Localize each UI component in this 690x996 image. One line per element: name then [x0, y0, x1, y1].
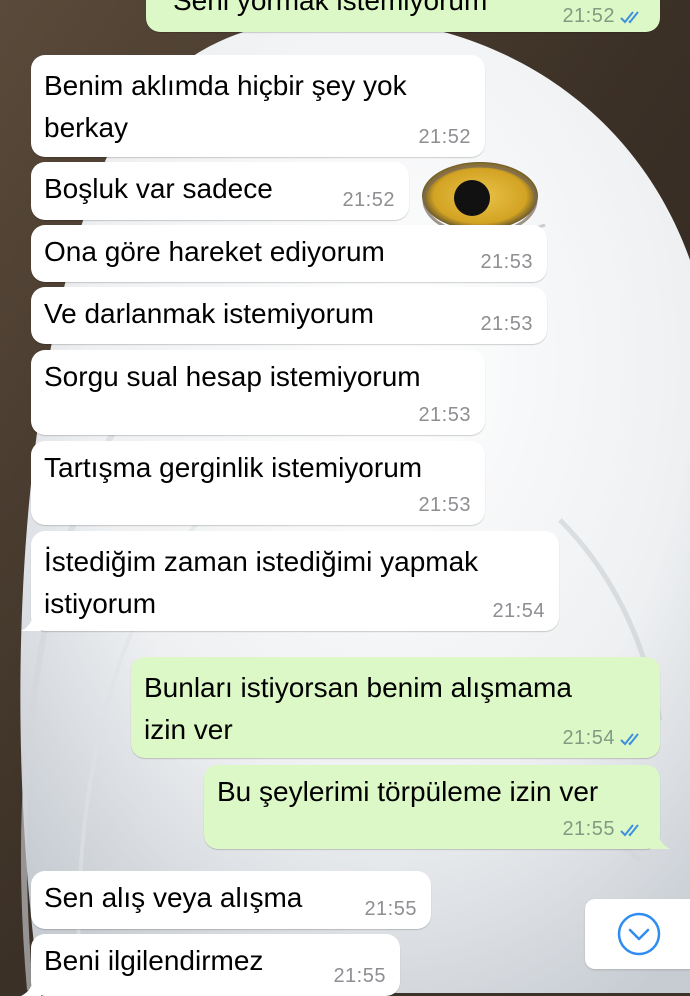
message-text: Bu şeylerimi törpüleme izin ver	[217, 776, 599, 807]
bubble-tail	[21, 976, 41, 996]
message-text: Benim aklımda hiçbir şey yok berkay	[44, 70, 407, 143]
message-time: 21:52	[418, 126, 471, 148]
message-incoming[interactable]: Beni ilgilendirmez 21:55	[21, 934, 400, 996]
message-time: 21:55	[562, 818, 615, 840]
message-incoming[interactable]: Sorgu sual hesap istemiyorum 21:53	[31, 350, 485, 435]
read-receipt-icon	[620, 823, 639, 836]
message-time: 21:54	[492, 600, 545, 622]
message-meta: 21:55	[562, 818, 646, 841]
message-incoming[interactable]: Ona göre hareket ediyorum 21:53	[31, 225, 547, 282]
message-meta: 21:54	[562, 727, 646, 750]
bubble-tail	[650, 829, 670, 849]
bubble-tail	[21, 611, 41, 631]
message-meta: 21:52	[562, 5, 646, 28]
message-incoming[interactable]: Sen alış veya alışma 21:55	[31, 871, 431, 929]
message-incoming[interactable]: Tartışma gerginlik istemiyorum 21:53	[31, 441, 485, 525]
read-receipt-icon	[620, 732, 639, 745]
message-text: Sorgu sual hesap istemiyorum	[44, 361, 421, 392]
message-incoming[interactable]: Ve darlanmak istemiyorum 21:53	[31, 287, 547, 344]
message-text: Tartışma gerginlik istemiyorum	[44, 452, 423, 483]
message-incoming[interactable]: İstediğim zaman istediğimi yapmak istiyo…	[21, 531, 559, 631]
message-time: 21:52	[342, 189, 395, 211]
read-receipt-icon	[620, 10, 639, 23]
message-incoming[interactable]: Boşluk var sadece 21:52	[31, 162, 409, 220]
message-time: 21:53	[418, 404, 471, 426]
message-outgoing[interactable]: Bunları istiyorsan benim alışmama izin v…	[131, 657, 660, 758]
message-outgoing[interactable]: Seni yormak istemiyorum 21:52	[146, 0, 660, 32]
message-text: İstediğim zaman istediğimi yapmak istiyo…	[44, 546, 479, 619]
message-incoming[interactable]: Benim aklımda hiçbir şey yok berkay 21:5…	[31, 55, 485, 157]
message-time: 21:54	[562, 727, 615, 749]
message-outgoing[interactable]: Bu şeylerimi törpüleme izin ver 21:55	[204, 765, 670, 849]
message-text: Sen alış veya alışma	[44, 882, 303, 913]
message-text: Ona göre hareket ediyorum	[44, 236, 385, 267]
message-text: Ve darlanmak istemiyorum	[44, 298, 374, 329]
message-time: 21:53	[418, 494, 471, 516]
message-time: 21:52	[562, 5, 615, 27]
message-time: 21:53	[480, 313, 533, 335]
chevron-down-circle-icon	[617, 912, 661, 956]
scroll-to-bottom-button[interactable]	[585, 899, 690, 969]
message-time: 21:55	[333, 965, 386, 987]
message-time: 21:55	[364, 898, 417, 920]
message-time: 21:53	[480, 251, 533, 273]
